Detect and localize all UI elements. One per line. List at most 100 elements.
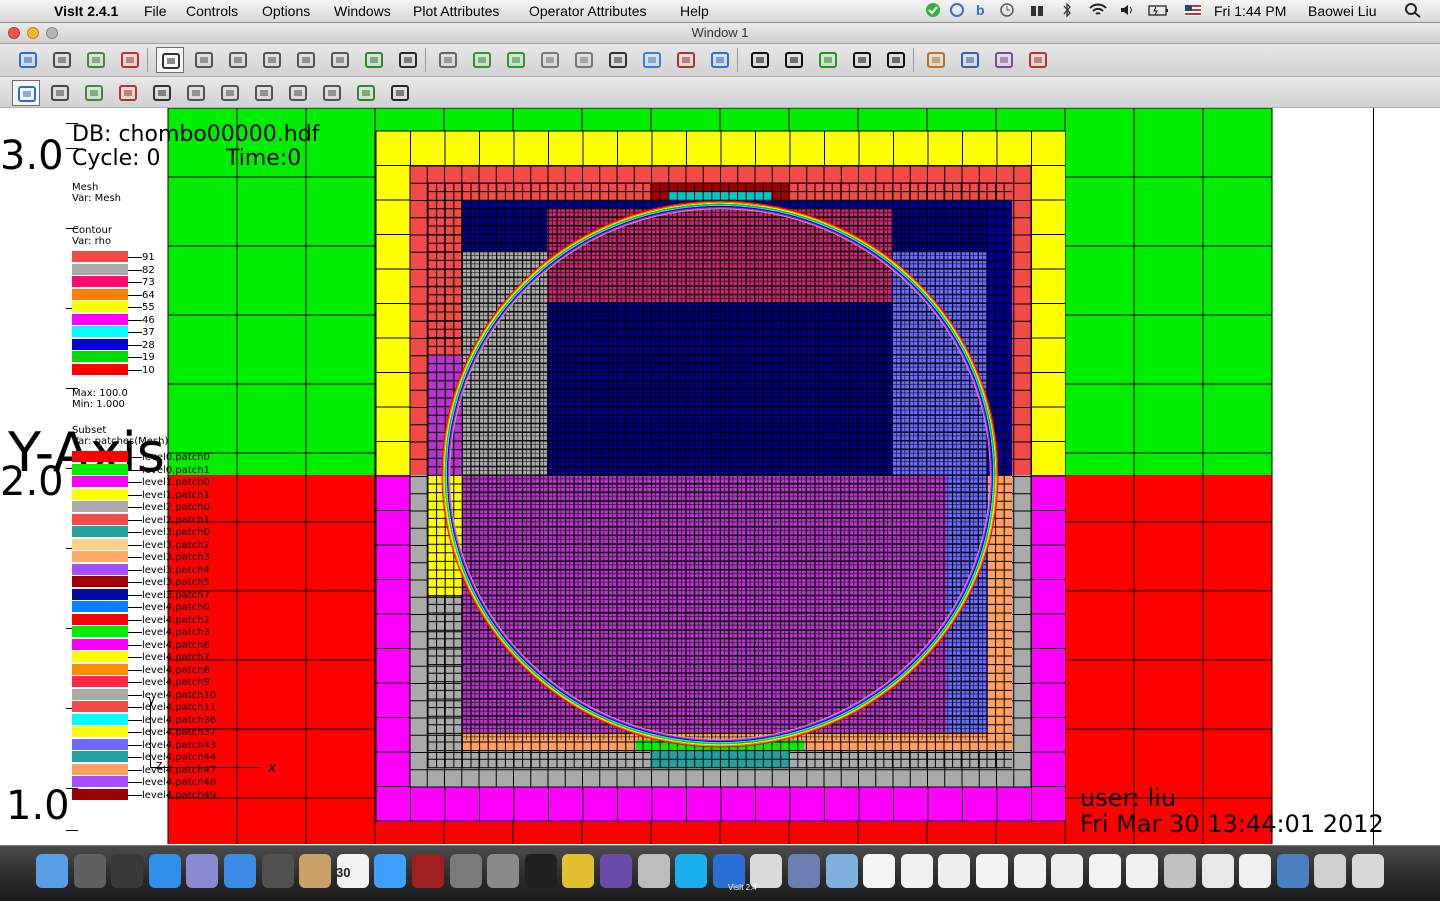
documents-folder-icon[interactable]	[825, 854, 858, 888]
delete-window-icon[interactable]	[116, 47, 144, 73]
line-tool-icon[interactable]	[250, 80, 278, 106]
document-icon[interactable]	[938, 854, 971, 888]
visualization-window[interactable]: DB: chombo00000.hdf Cycle: 0 Time:0 3.0 …	[0, 108, 1440, 845]
layout-1x1-icon[interactable]	[156, 47, 184, 73]
print-window-icon[interactable]	[570, 47, 598, 73]
trash-icon[interactable]	[1352, 854, 1384, 888]
menu-options[interactable]: Options	[262, 3, 310, 19]
apply-icon[interactable]	[14, 47, 42, 73]
document-icon[interactable]	[863, 854, 896, 888]
menu-bar: VisIt 2.4.1 File Controls Options Window…	[0, 0, 1440, 23]
menu-operator-attributes[interactable]: Operator Attributes	[529, 3, 647, 19]
axis-restrict-icon[interactable]	[386, 80, 414, 106]
preview-photos-icon[interactable]	[637, 854, 670, 888]
camera-icon[interactable]	[604, 47, 632, 73]
sync-icon[interactable]	[948, 2, 966, 18]
navigate-icon[interactable]	[12, 80, 40, 106]
forward-step-icon[interactable]	[882, 47, 910, 73]
select-icon[interactable]	[216, 80, 244, 106]
layout-3x3-icon[interactable]	[326, 47, 354, 73]
image-capture-icon[interactable]	[449, 854, 482, 888]
bitdefender-icon[interactable]: b	[972, 2, 990, 18]
document-icon[interactable]	[1088, 854, 1121, 888]
facetime-icon[interactable]	[261, 854, 294, 888]
app-menu[interactable]: VisIt 2.4.1	[54, 3, 118, 19]
evernote-icon[interactable]	[924, 2, 942, 18]
chrome-icon[interactable]	[562, 854, 595, 888]
skype-icon[interactable]	[675, 854, 708, 888]
layout-2x4-icon[interactable]	[292, 47, 320, 73]
save-window-icon[interactable]	[536, 47, 564, 73]
layout-2x2-icon[interactable]	[224, 47, 252, 73]
layout-1x2-icon[interactable]	[190, 47, 218, 73]
document-icon[interactable]	[1164, 854, 1196, 888]
finder-icon[interactable]	[36, 854, 68, 888]
stop-icon[interactable]	[814, 47, 842, 73]
dashboard-icon[interactable]	[111, 854, 144, 888]
photo-booth-icon[interactable]	[412, 854, 444, 888]
lock-view-icon[interactable]	[360, 47, 388, 73]
open-database-icon[interactable]	[468, 47, 496, 73]
preview-icon[interactable]	[186, 854, 219, 888]
terminal-icon[interactable]	[524, 854, 557, 888]
pick-icon[interactable]	[672, 47, 700, 73]
box-tool-icon[interactable]	[318, 80, 346, 106]
play-icon[interactable]	[848, 47, 876, 73]
zoom-icon[interactable]	[46, 80, 74, 106]
menu-windows[interactable]: Windows	[334, 3, 391, 19]
node-pick-icon[interactable]	[114, 80, 142, 106]
lighting-icon[interactable]	[956, 47, 984, 73]
document-icon[interactable]	[1239, 854, 1272, 888]
window-titlebar[interactable]: Window 1	[0, 23, 1440, 44]
wifi-icon[interactable]	[1088, 2, 1107, 18]
menu-file[interactable]: File	[144, 3, 167, 19]
menu-help[interactable]: Help	[680, 3, 709, 19]
spin-icon[interactable]	[706, 47, 734, 73]
document-icon[interactable]	[1276, 854, 1309, 888]
us-flag-icon[interactable]	[1184, 2, 1202, 18]
document-icon[interactable]	[1051, 854, 1084, 888]
clear-icon[interactable]	[1024, 47, 1052, 73]
contacts-icon[interactable]	[299, 854, 332, 888]
itunes-icon[interactable]	[374, 854, 407, 888]
safari-icon[interactable]	[224, 854, 256, 888]
volume-icon[interactable]	[1118, 2, 1136, 18]
lineout-icon[interactable]	[182, 80, 210, 106]
sphere-tool-icon[interactable]	[352, 80, 380, 106]
spreadsheet-pick-icon[interactable]	[148, 80, 176, 106]
zone-pick-icon[interactable]	[80, 80, 108, 106]
expression-icon[interactable]	[990, 47, 1018, 73]
menu-clock[interactable]: Fri 1:44 PM	[1214, 3, 1286, 19]
annotation-icon[interactable]	[922, 47, 950, 73]
menu-plot-attributes[interactable]: Plot Attributes	[413, 3, 499, 19]
document-icon[interactable]	[976, 854, 1008, 888]
new-window-icon[interactable]	[48, 47, 76, 73]
launchpad-icon[interactable]	[73, 854, 106, 888]
xcode-icon[interactable]	[788, 854, 820, 888]
document-icon[interactable]	[900, 854, 933, 888]
reverse-step-icon[interactable]	[746, 47, 774, 73]
eclipse-icon[interactable]	[600, 854, 632, 888]
menu-user[interactable]: Baowei Liu	[1308, 3, 1377, 19]
menu-controls[interactable]: Controls	[186, 3, 238, 19]
document-icon[interactable]	[1201, 854, 1234, 888]
battery-icon[interactable]	[1148, 2, 1168, 18]
time-machine-icon[interactable]	[998, 2, 1016, 18]
clone-window-icon[interactable]	[82, 47, 110, 73]
system-preferences-icon[interactable]	[487, 854, 520, 888]
document-icon[interactable]	[1314, 854, 1347, 888]
spotlight-search-icon[interactable]	[1404, 2, 1422, 18]
reset-view-icon[interactable]	[434, 47, 462, 73]
bluetooth-icon[interactable]	[1058, 2, 1076, 18]
toolbar-separator	[913, 48, 914, 72]
image-icon[interactable]	[638, 47, 666, 73]
binoculars-icon[interactable]	[1028, 2, 1046, 18]
app-store-icon[interactable]	[148, 854, 181, 888]
document-icon[interactable]	[1126, 854, 1159, 888]
plane-tool-icon[interactable]	[284, 80, 312, 106]
reopen-database-icon[interactable]	[502, 47, 530, 73]
reverse-play-icon[interactable]	[780, 47, 808, 73]
layout-2x3-icon[interactable]	[258, 47, 286, 73]
lock-time-icon[interactable]	[394, 47, 422, 73]
document-icon[interactable]	[1013, 854, 1046, 888]
